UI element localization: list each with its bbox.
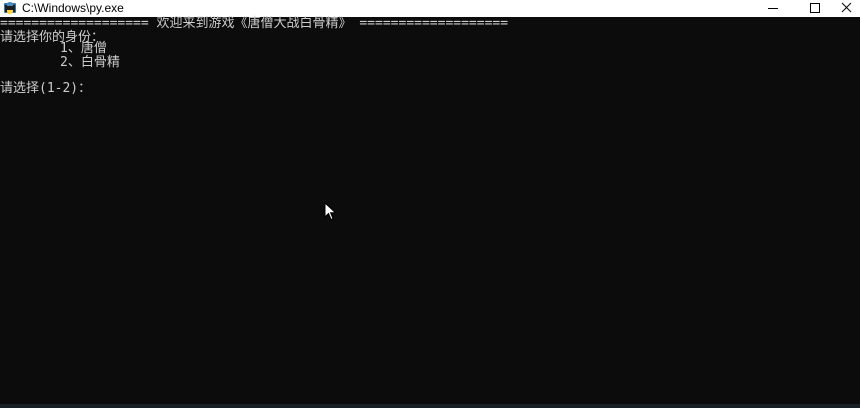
minimize-button[interactable] xyxy=(750,0,796,17)
title-bar[interactable]: C:\Windows\py.exe xyxy=(0,0,860,17)
welcome-banner: =================== 欢迎来到游戏《唐僧大战白骨精》 ====… xyxy=(0,16,509,31)
close-icon xyxy=(841,2,852,13)
bottom-edge xyxy=(0,404,860,408)
option-bai-gu-jing: 2、白骨精 xyxy=(60,55,120,70)
mouse-pointer-icon xyxy=(324,201,338,222)
option-tang-seng: 1、唐僧 xyxy=(60,41,107,56)
maximize-icon xyxy=(810,3,820,13)
maximize-button[interactable] xyxy=(792,0,838,17)
choice-prompt: 请选择(1-2)： xyxy=(0,81,92,96)
console-window: C:\Windows\py.exe =================== 欢迎… xyxy=(0,0,860,408)
close-button[interactable] xyxy=(834,0,860,17)
window-title: C:\Windows\py.exe xyxy=(22,1,124,15)
console-output[interactable]: =================== 欢迎来到游戏《唐僧大战白骨精》 ====… xyxy=(0,17,860,404)
python-console-icon xyxy=(3,1,17,15)
